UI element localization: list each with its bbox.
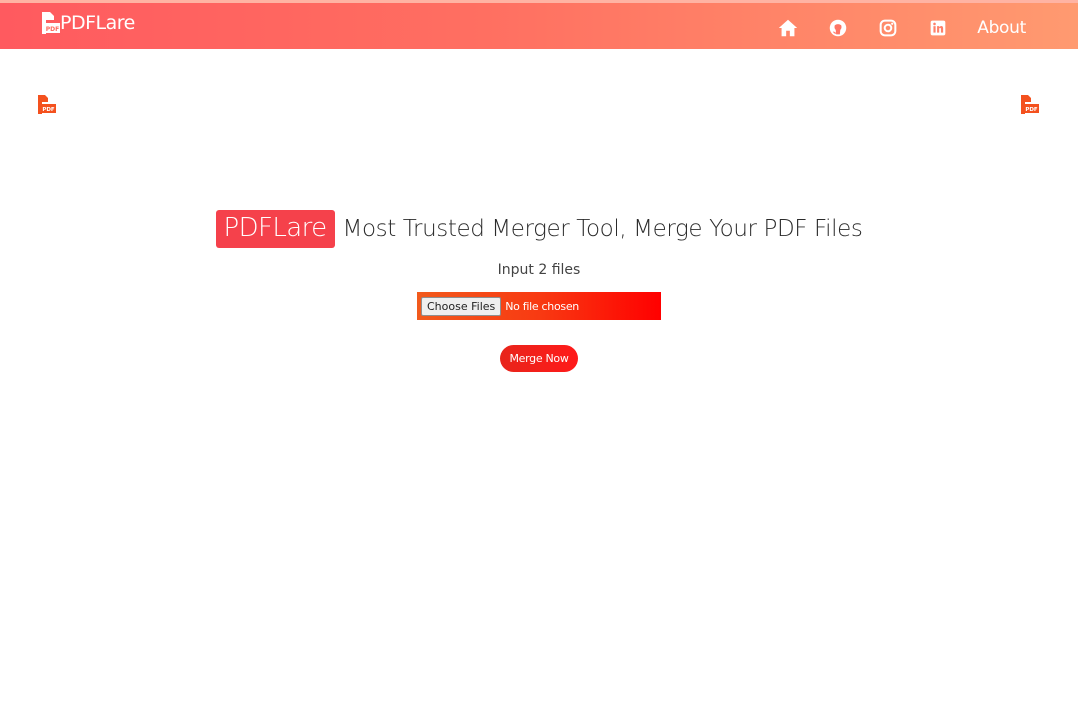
home-icon [779,19,798,37]
instagram-icon [879,19,897,37]
top-navbar: PDF PDFLare About [0,0,1078,49]
pdf-file-icon: PDF [1021,95,1039,114]
choose-files-button[interactable]: Choose Files [421,296,502,316]
merge-section: PDFLare Most Trusted Merger Tool, Merge … [0,210,1078,372]
linkedin-icon [930,20,946,36]
page-title-text: Most Trusted Merger Tool, Merge Your PDF… [342,216,863,242]
merge-now-button[interactable]: Merge Now [500,345,578,372]
file-status-text: No file chosen [505,299,579,313]
pdf-file-icon: PDF [38,95,56,114]
file-count-hint: Input 2 files [497,262,581,278]
brand-name: PDFLare [60,12,135,34]
file-input[interactable]: Choose Files No file chosen [417,292,661,320]
svg-text:PDF: PDF [1025,107,1038,113]
main-nav: About [763,6,1026,50]
nav-instagram-link[interactable] [863,17,913,39]
page-title: PDFLare Most Trusted Merger Tool, Merge … [215,210,863,248]
nav-about-link[interactable]: About [977,18,1026,38]
github-icon [829,19,847,37]
nav-home-link[interactable] [763,17,813,39]
nav-linkedin-link[interactable] [913,17,963,39]
pdf-logo-icon: PDF [42,12,60,34]
brand-badge: PDFLare [215,210,335,248]
brand-link[interactable]: PDF PDFLare [40,12,135,34]
svg-text:PDF: PDF [46,26,59,33]
nav-github-link[interactable] [813,17,863,39]
svg-text:PDF: PDF [42,107,55,113]
